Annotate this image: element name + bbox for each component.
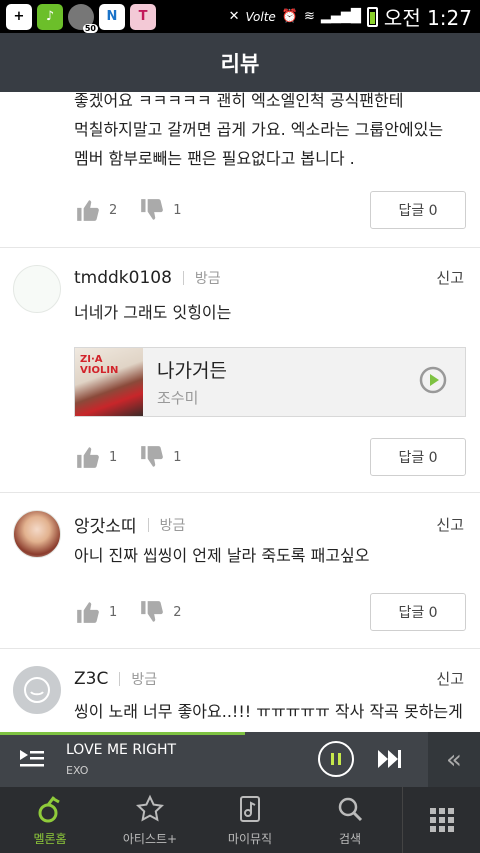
nav-label: 검색 [338, 831, 362, 846]
menu-grid-button[interactable] [402, 787, 480, 853]
review-username[interactable]: Z3C [74, 669, 108, 689]
thumbs-up-icon [77, 447, 99, 468]
thumbs-down-icon [141, 446, 164, 467]
thumbs-up-icon [77, 602, 99, 623]
avatar [13, 510, 61, 558]
pause-icon [331, 753, 341, 765]
n-app-icon: N [99, 3, 125, 30]
review-username[interactable]: tmddk0108 [74, 268, 172, 288]
nav-label: 마이뮤직 [227, 831, 273, 846]
dislike-count: 1 [173, 202, 182, 218]
like-button[interactable]: 1 [75, 444, 117, 470]
mute-icon: ✕ [228, 9, 240, 24]
thumbs-up-icon [77, 200, 99, 221]
add-icon: + [6, 3, 32, 30]
thumbs-down-icon [141, 601, 164, 622]
like-button[interactable]: 2 [75, 197, 117, 223]
nav-artist-plus[interactable]: 아티스트+ [100, 787, 200, 853]
album-art-text: ZI·A VIOLIN [80, 354, 119, 376]
nav-label: 멜론홈 [33, 831, 67, 846]
review-item: 앙갓소띠 방금 신고 아니 진짜 씹씽이 언제 날라 죽도록 패고싶오 1 2 … [0, 493, 480, 649]
playback-progress [0, 732, 245, 735]
volte-label: Volte [245, 9, 276, 24]
dislike-button[interactable]: 2 [139, 599, 182, 625]
t-app-icon: T [130, 3, 156, 30]
reply-button[interactable]: 답글 0 [370, 191, 466, 229]
like-count: 2 [109, 202, 118, 218]
separator [147, 517, 149, 532]
play-icon [419, 366, 447, 394]
search-icon [338, 797, 363, 821]
song-artist: 조수미 [157, 389, 199, 407]
review-text: 너네가 그래도 잇힝이는 [74, 303, 232, 322]
pause-button[interactable] [318, 741, 354, 777]
review-text: 씽이 노래 너무 좋아요..!!! ㅠㅠㅠㅠㅠ 작사 작곡 못하는게 뭐야 ㅠㅠ… [74, 702, 463, 732]
thumbs-down-icon [141, 199, 164, 220]
now-playing-artist: EXO [66, 764, 89, 777]
avatar [13, 666, 61, 714]
like-count: 1 [109, 449, 118, 465]
song-title: 나가거든 [157, 360, 227, 382]
dislike-button[interactable]: 1 [139, 444, 182, 470]
report-button[interactable]: 신고 [436, 267, 464, 288]
review-time: 방금 [159, 517, 186, 534]
playlist-icon [20, 750, 44, 767]
notification-count: 50 [82, 23, 98, 33]
separator [119, 671, 121, 686]
report-button[interactable]: 신고 [436, 668, 464, 689]
page-header: 리뷰 [0, 33, 480, 92]
melon-app-icon: ♪ [37, 3, 63, 30]
review-list[interactable]: 좋겠어요 ㅋㅋㅋㅋㅋ 괜히 엑소엘인척 공식팬한테 먹칠하지말고 갈꺼면 곱게 … [0, 92, 480, 732]
status-time: 오전 1:27 [383, 6, 472, 30]
review-item: Z3C 방금 신고 씽이 노래 너무 좋아요..!!! ㅠㅠㅠㅠㅠ 작사 작곡 … [0, 649, 480, 732]
default-avatar-icon [24, 677, 50, 703]
playlist-button[interactable] [18, 747, 46, 775]
signal-icon: ▂▄▆█ [320, 9, 361, 24]
now-playing-title: LOVE ME RIGHT [66, 742, 177, 758]
bottom-navigation: 멜론홈 아티스트+ 마이뮤직 검색 [0, 787, 480, 853]
mini-player[interactable]: LOVE ME RIGHT EXO « [0, 732, 480, 787]
melon-home-icon [38, 795, 60, 822]
like-count: 1 [109, 604, 118, 620]
collapse-player-button[interactable]: « [428, 732, 480, 787]
separator [182, 270, 184, 285]
review-time: 방금 [131, 671, 158, 688]
battery-icon [366, 6, 378, 27]
status-bar: + ♪ 50 N T ✕ Volte ⏰ ≋ ▂▄▆█ 오전 1:27 [0, 0, 480, 33]
nav-melon-home[interactable]: 멜론홈 [0, 787, 100, 853]
grid-icon [429, 808, 454, 832]
avatar [13, 265, 61, 313]
page-title: 리뷰 [220, 51, 260, 76]
nav-label: 아티스트+ [122, 831, 178, 846]
report-button[interactable]: 신고 [436, 514, 464, 535]
review-text: 좋겠어요 ㅋㅋㅋㅋㅋ 괜히 엑소엘인척 공식팬한테 먹칠하지말고 갈꺼면 곱게 … [74, 92, 444, 168]
avatar-notification-icon: 50 [68, 3, 98, 33]
like-button[interactable]: 1 [75, 599, 117, 625]
dislike-count: 1 [173, 449, 182, 465]
nav-my-music[interactable]: 마이뮤직 [200, 787, 300, 853]
alarm-icon: ⏰ [281, 9, 299, 24]
song-play-button[interactable] [419, 366, 447, 398]
review-time: 방금 [194, 270, 221, 287]
dislike-button[interactable]: 1 [139, 197, 182, 223]
reply-button[interactable]: 답글 0 [370, 593, 466, 631]
reply-button[interactable]: 답글 0 [370, 438, 466, 476]
dislike-count: 2 [173, 604, 182, 620]
review-text: 아니 진짜 씹씽이 언제 날라 죽도록 패고싶오 [74, 546, 370, 565]
review-item: tmddk0108 방금 신고 너네가 그래도 잇힝이는 ZI·A VIOLIN… [0, 248, 480, 493]
wifi-icon: ≋ [304, 9, 315, 24]
attached-song-card[interactable]: ZI·A VIOLIN 나가거든 조수미 [74, 347, 466, 417]
album-art: ZI·A VIOLIN [75, 348, 143, 416]
nav-search[interactable]: 검색 [300, 787, 400, 853]
my-music-icon [240, 795, 260, 822]
skip-next-icon [378, 750, 401, 768]
next-track-button[interactable] [376, 748, 404, 774]
star-icon [135, 794, 165, 821]
double-chevron-left-icon: « [446, 744, 462, 775]
review-item: 좋겠어요 ㅋㅋㅋㅋㅋ 괜히 엑소엘인척 공식팬한테 먹칠하지말고 갈꺼면 곱게 … [0, 92, 480, 248]
review-username[interactable]: 앙갓소띠 [74, 512, 137, 537]
